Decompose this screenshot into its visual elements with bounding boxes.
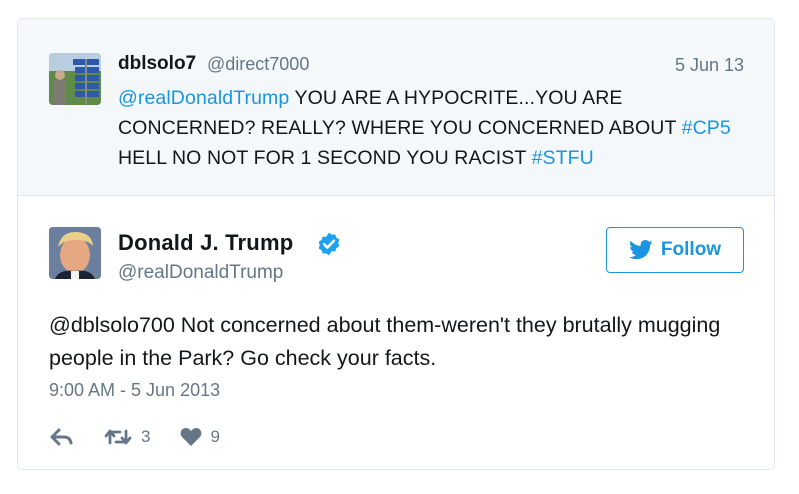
tweet-timestamp[interactable]: 9:00 AM - 5 Jun 2013: [49, 380, 220, 401]
follow-button[interactable]: Follow: [606, 227, 744, 273]
tweet-card: dblsolo7 @direct7000 5 Jun 13 @realDonal…: [17, 18, 775, 470]
quoted-author-name[interactable]: dblsolo7: [118, 53, 196, 75]
verified-badge-icon: [318, 232, 340, 256]
tweet-text: @dblsolo700 Not concerned about them-wer…: [49, 313, 721, 370]
avatar[interactable]: [49, 227, 101, 279]
retweet-icon: [104, 429, 132, 445]
quoted-tweet-text: @realDonaldTrump YOU ARE A HYPOCRITE...Y…: [118, 83, 738, 173]
tweet-actions: 3 9: [49, 424, 220, 450]
mention-link[interactable]: @realDonaldTrump: [118, 87, 289, 109]
reply-icon: [50, 428, 73, 446]
twitter-bird-icon: [628, 240, 653, 260]
text-segment: HELL NO NOT FOR 1 SECOND YOU RACIST: [118, 147, 532, 169]
retweet-button[interactable]: 3: [103, 427, 150, 447]
quoted-author-handle[interactable]: @direct7000: [207, 54, 309, 75]
hashtag-link[interactable]: #CP5: [682, 117, 731, 139]
heart-icon: [181, 428, 202, 446]
reply-button[interactable]: [49, 427, 75, 447]
like-button[interactable]: 9: [180, 427, 220, 447]
quoted-date[interactable]: 5 Jun 13: [675, 55, 744, 76]
author-name[interactable]: Donald J. Trump: [118, 230, 293, 256]
author-handle[interactable]: @realDonaldTrump: [118, 262, 283, 284]
retweet-count: 3: [141, 427, 151, 446]
like-count: 9: [210, 427, 220, 446]
follow-label: Follow: [660, 239, 722, 260]
quoted-tweet[interactable]: dblsolo7 @direct7000 5 Jun 13 @realDonal…: [18, 19, 774, 196]
hashtag-link[interactable]: #STFU: [532, 147, 594, 169]
avatar[interactable]: [49, 53, 101, 105]
